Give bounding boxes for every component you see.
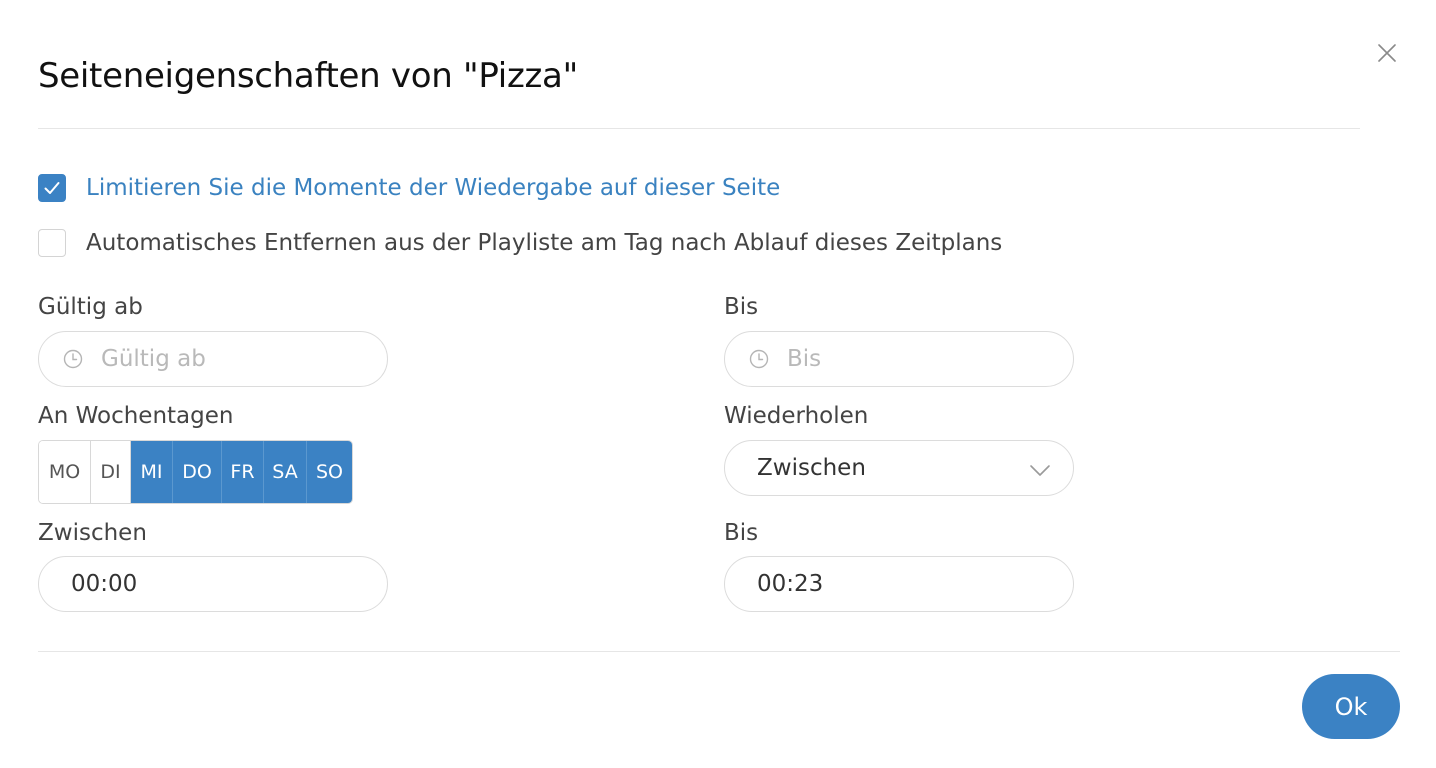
limit-playback-option[interactable]: Limitieren Sie die Momente der Wiedergab… [38,174,780,202]
valid-to-label: Bis [724,294,759,320]
valid-to-placeholder: Bis [787,346,822,372]
auto-remove-option[interactable]: Automatisches Entfernen aus der Playlist… [38,229,1002,257]
valid-to-input[interactable]: Bis [724,331,1074,387]
ok-button[interactable]: Ok [1302,674,1400,739]
time-from-input[interactable]: 00:00 [38,556,388,612]
valid-from-input[interactable]: Gültig ab [38,331,388,387]
page-properties-dialog: Seiteneigenschaften von "Pizza" Limitier… [0,0,1436,768]
time-to-value: 00:23 [757,571,824,597]
repeat-label: Wiederholen [724,403,869,429]
time-to-label: Bis [724,520,759,546]
close-button[interactable] [1372,38,1402,68]
clock-icon [749,349,769,369]
repeat-select[interactable]: Zwischen [724,440,1074,496]
weekday-sa[interactable]: SA [264,441,307,503]
check-icon [44,182,60,194]
weekday-do[interactable]: DO [173,441,222,503]
limit-playback-checkbox[interactable] [38,174,66,202]
weekdays-label: An Wochentagen [38,403,234,429]
time-from-value: 00:00 [71,571,138,597]
weekday-di[interactable]: DI [91,441,131,503]
weekday-mi[interactable]: MI [131,441,173,503]
weekday-fr[interactable]: FR [222,441,264,503]
close-icon [1378,44,1396,62]
time-from-label: Zwischen [38,520,147,546]
footer-divider [38,651,1400,652]
dialog-title: Seiteneigenschaften von "Pizza" [38,56,578,96]
valid-from-placeholder: Gültig ab [101,346,206,372]
time-to-input[interactable]: 00:23 [724,556,1074,612]
header-divider [38,128,1360,129]
limit-playback-label[interactable]: Limitieren Sie die Momente der Wiedergab… [86,175,780,201]
chevron-down-icon [1030,465,1050,476]
weekday-selector: MO DI MI DO FR SA SO [38,440,353,504]
weekday-mo[interactable]: MO [39,441,91,503]
repeat-selected-value: Zwischen [757,455,866,481]
auto-remove-checkbox[interactable] [38,229,66,257]
weekday-so[interactable]: SO [307,441,352,503]
auto-remove-label[interactable]: Automatisches Entfernen aus der Playlist… [86,230,1002,256]
valid-from-label: Gültig ab [38,294,143,320]
clock-icon [63,349,83,369]
